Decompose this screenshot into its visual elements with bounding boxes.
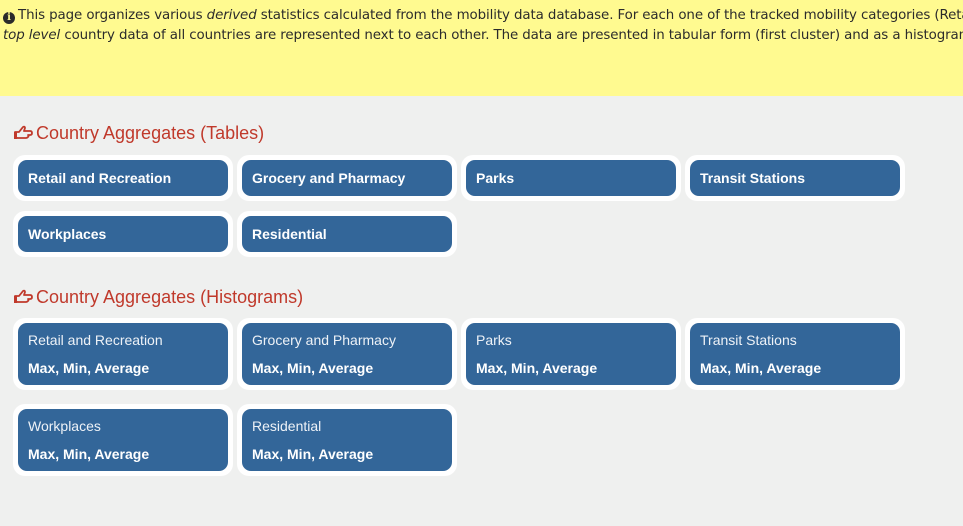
tile-label: Transit Stations <box>690 160 900 196</box>
section-title-text: Country Aggregates (Tables) <box>36 123 265 143</box>
tile-label: Parks <box>476 332 512 348</box>
tile-subtitle: Max, Min, Average <box>28 446 150 462</box>
tile-tables-workplaces[interactable]: Workplaces <box>13 211 233 257</box>
info-circle-icon: i <box>3 12 15 24</box>
tile-label: Parks <box>466 160 676 196</box>
tile-inner: Parks Max, Min, Average <box>466 323 676 385</box>
tile-label: Grocery and Pharmacy <box>242 160 452 196</box>
tile-inner: Retail and Recreation Max, Min, Average <box>18 323 228 385</box>
info-emphasis: top level <box>3 28 61 43</box>
info-text: This page organizes various <box>18 8 207 23</box>
section-title-tables: Country Aggregates (Tables) <box>13 122 264 144</box>
tile-tables-residential[interactable]: Residential <box>237 211 457 257</box>
tile-inner: Grocery and Pharmacy Max, Min, Average <box>242 323 452 385</box>
tile-histograms-transit-stations[interactable]: Transit Stations Max, Min, Average <box>685 318 905 390</box>
tile-label: Grocery and Pharmacy <box>252 332 396 348</box>
tile-subtitle: Max, Min, Average <box>252 360 374 376</box>
tile-tables-parks[interactable]: Parks <box>461 155 681 201</box>
tile-histograms-grocery-and-pharmacy[interactable]: Grocery and Pharmacy Max, Min, Average <box>237 318 457 390</box>
tile-label: Retail and Recreation <box>28 332 163 348</box>
info-line-2: top level country data of all countries … <box>3 26 963 46</box>
tile-label: Workplaces <box>18 216 228 252</box>
tile-histograms-residential[interactable]: Residential Max, Min, Average <box>237 404 457 476</box>
tile-label: Retail and Recreation <box>18 160 228 196</box>
tile-label: Residential <box>252 418 322 434</box>
info-line-1: i This page organizes various derived sta… <box>3 6 963 26</box>
tile-subtitle: Max, Min, Average <box>476 360 598 376</box>
tile-subtitle: Max, Min, Average <box>252 446 374 462</box>
tile-label: Transit Stations <box>700 332 797 348</box>
info-text: statistics calculated from the mobility … <box>256 8 963 23</box>
tile-label: Residential <box>242 216 452 252</box>
tile-subtitle: Max, Min, Average <box>700 360 822 376</box>
hand-point-right-icon <box>14 289 33 303</box>
info-text: country data of all countries are repres… <box>60 28 963 43</box>
info-emphasis: derived <box>206 8 257 23</box>
tile-inner: Residential Max, Min, Average <box>242 409 452 471</box>
hand-point-right-icon <box>14 125 33 139</box>
section-title-text: Country Aggregates (Histograms) <box>36 287 304 307</box>
tile-histograms-workplaces[interactable]: Workplaces Max, Min, Average <box>13 404 233 476</box>
info-banner: i This page organizes various derived sta… <box>0 0 963 96</box>
tile-tables-grocery-and-pharmacy[interactable]: Grocery and Pharmacy <box>237 155 457 201</box>
tile-histograms-retail-and-recreation[interactable]: Retail and Recreation Max, Min, Average <box>13 318 233 390</box>
tile-histograms-parks[interactable]: Parks Max, Min, Average <box>461 318 681 390</box>
tile-inner: Workplaces Max, Min, Average <box>18 409 228 471</box>
section-title-histograms: Country Aggregates (Histograms) <box>13 286 303 308</box>
tile-subtitle: Max, Min, Average <box>28 360 150 376</box>
tile-inner: Transit Stations Max, Min, Average <box>690 323 900 385</box>
tile-tables-retail-and-recreation[interactable]: Retail and Recreation <box>13 155 233 201</box>
tile-tables-transit-stations[interactable]: Transit Stations <box>685 155 905 201</box>
tile-label: Workplaces <box>28 418 101 434</box>
